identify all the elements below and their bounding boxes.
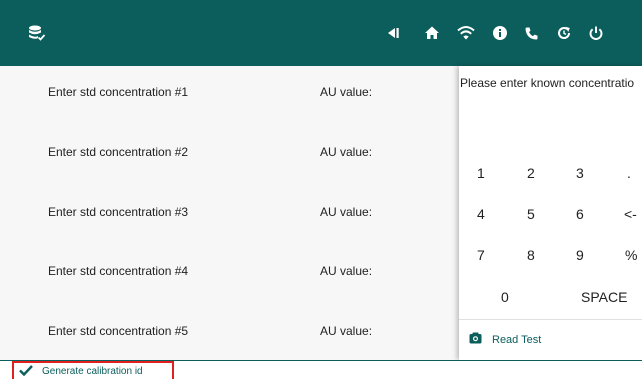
au-value-label-4: AU value: [320, 264, 373, 278]
key-decimal[interactable]: . [627, 165, 631, 181]
key-backspace[interactable]: <- [624, 206, 637, 222]
key-6[interactable]: 6 [576, 206, 584, 222]
refresh-icon[interactable] [554, 23, 574, 43]
keypad-prompt: Please enter known concentratio [460, 76, 635, 90]
key-7[interactable]: 7 [477, 247, 485, 263]
std-concentration-label-3: Enter std concentration #3 [48, 205, 189, 219]
key-1[interactable]: 1 [477, 165, 485, 181]
power-icon[interactable] [586, 23, 606, 43]
read-test-label: Read Test [492, 334, 542, 346]
key-percent[interactable]: % [625, 247, 637, 263]
au-value-label-5: AU value: [320, 324, 373, 338]
key-space[interactable]: SPACE [581, 289, 627, 305]
read-test-button[interactable]: Read Test [469, 331, 541, 349]
generate-calibration-id-button[interactable]: Generate calibration id [12, 361, 174, 379]
top-app-bar [0, 0, 642, 66]
phone-icon[interactable] [521, 23, 541, 43]
key-4[interactable]: 4 [477, 206, 485, 222]
key-9[interactable]: 9 [576, 247, 584, 263]
footer-bar: Generate calibration id [0, 360, 642, 379]
generate-calibration-id-label: Generate calibration id [42, 366, 143, 377]
database-check-icon[interactable] [27, 23, 47, 43]
numeric-keypad-panel: Please enter known concentratio 1 2 3 . … [459, 66, 642, 360]
check-icon [19, 363, 33, 379]
wifi-icon[interactable] [456, 23, 476, 43]
std-concentration-label-2: Enter std concentration #2 [48, 145, 189, 159]
au-value-label-1: AU value: [320, 85, 373, 99]
std-concentration-label-5: Enter std concentration #5 [48, 324, 189, 338]
home-icon[interactable] [422, 23, 442, 43]
step-back-icon[interactable] [383, 23, 403, 43]
au-value-label-3: AU value: [320, 205, 373, 219]
au-value-label-2: AU value: [320, 145, 373, 159]
info-icon[interactable] [490, 23, 510, 43]
camera-icon [469, 331, 482, 349]
key-3[interactable]: 3 [576, 165, 584, 181]
key-5[interactable]: 5 [527, 206, 535, 222]
key-8[interactable]: 8 [527, 247, 535, 263]
keypad-divider [459, 319, 642, 320]
key-2[interactable]: 2 [527, 165, 535, 181]
key-0[interactable]: 0 [501, 289, 509, 305]
std-concentration-label-1: Enter std concentration #1 [48, 85, 189, 99]
std-concentration-label-4: Enter std concentration #4 [48, 264, 189, 278]
